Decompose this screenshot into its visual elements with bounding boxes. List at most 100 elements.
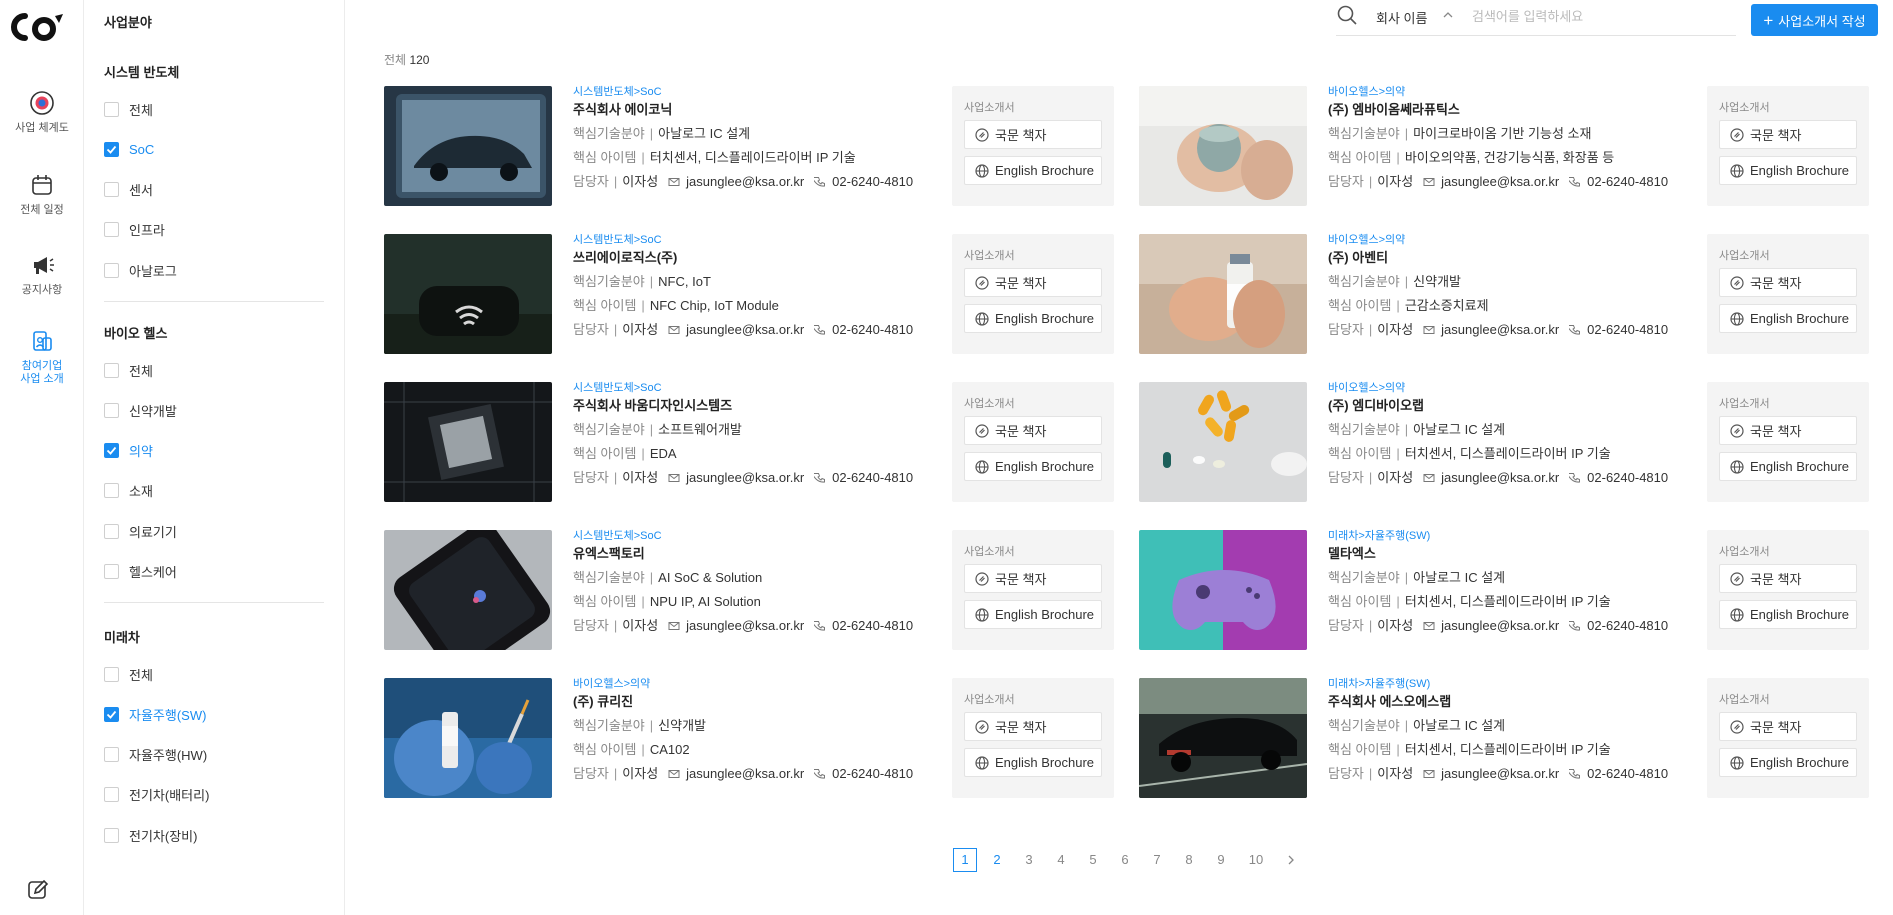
checkbox-icon[interactable] (104, 564, 119, 579)
company-thumbnail[interactable] (384, 86, 552, 206)
english-brochure-button[interactable]: English Brochure (964, 600, 1102, 629)
page-4-button[interactable]: 4 (1049, 848, 1073, 872)
filter-checkbox[interactable]: 센서 (104, 180, 153, 200)
company-name[interactable]: 주식회사 바움디자인시스템즈 (573, 397, 953, 414)
company-thumbnail[interactable] (384, 234, 552, 354)
company-thumbnail[interactable] (1139, 234, 1307, 354)
checkbox-icon[interactable] (104, 827, 119, 843)
write-brochure-button[interactable]: + 사업소개서 작성 (1751, 4, 1878, 36)
contact-phone[interactable]: 02-6240-4810 (832, 469, 913, 486)
company-thumbnail[interactable] (384, 382, 552, 502)
korean-brochure-button[interactable]: 국문 책자 (964, 120, 1102, 149)
korean-brochure-button[interactable]: 국문 책자 (1719, 268, 1857, 297)
contact-phone[interactable]: 02-6240-4810 (1587, 321, 1668, 338)
search-icon[interactable] (1336, 4, 1358, 26)
company-name[interactable]: 쓰리에이로직스(주) (573, 249, 953, 266)
company-category[interactable]: 바이오헬스>의약 (1328, 382, 1708, 395)
filter-checkbox[interactable]: 소재 (104, 481, 153, 501)
contact-phone[interactable]: 02-6240-4810 (1587, 469, 1668, 486)
korean-brochure-button[interactable]: 국문 책자 (964, 564, 1102, 593)
company-card[interactable]: 바이오헬스>의약 (주) 아벤티 핵심기술분야 | 신약개발 핵심 아이템 | 근감소증치료제… (1139, 234, 1881, 354)
contact-email[interactable]: jasunglee@ksa.or.kr (686, 765, 804, 782)
company-name[interactable]: 주식회사 에스오에스랩 (1328, 693, 1708, 710)
checkbox-checked-icon[interactable] (104, 141, 119, 157)
english-brochure-button[interactable]: English Brochure (964, 156, 1102, 185)
contact-email[interactable]: jasunglee@ksa.or.kr (686, 469, 804, 486)
company-category[interactable]: 시스템반도체>SoC (573, 382, 953, 395)
rail-item-business-map[interactable]: 사업 체계도 (0, 88, 84, 135)
contact-email[interactable]: jasunglee@ksa.or.kr (686, 173, 804, 190)
page-10-button[interactable]: 10 (1241, 848, 1271, 872)
rail-item-schedule[interactable]: 전체 일정 (0, 170, 84, 217)
page-2-button[interactable]: 2 (985, 848, 1009, 872)
page-8-button[interactable]: 8 (1177, 848, 1201, 872)
company-thumbnail[interactable] (1139, 382, 1307, 502)
checkbox-icon[interactable] (104, 222, 119, 238)
company-category[interactable]: 바이오헬스>의약 (573, 678, 953, 691)
korean-brochure-button[interactable]: 국문 책자 (1719, 712, 1857, 741)
company-name[interactable]: 유엑스팩토리 (573, 545, 953, 562)
edit-icon[interactable] (26, 878, 50, 902)
company-category[interactable]: 미래차>자율주행(SW) (1328, 530, 1708, 543)
contact-email[interactable]: jasunglee@ksa.or.kr (1441, 173, 1559, 190)
page-9-button[interactable]: 9 (1209, 848, 1233, 872)
rail-item-companies[interactable]: 참여기업 사업 소개 (0, 326, 84, 386)
korean-brochure-button[interactable]: 국문 책자 (964, 416, 1102, 445)
filter-checkbox[interactable]: 전기차(배터리) (104, 785, 209, 805)
filter-checkbox[interactable]: 전체 (104, 664, 153, 684)
contact-phone[interactable]: 02-6240-4810 (832, 173, 913, 190)
filter-checkbox[interactable]: 의약 (104, 441, 153, 461)
checkbox-icon[interactable] (104, 523, 119, 539)
company-card[interactable]: 시스템반도체>SoC 쓰리에이로직스(주) 핵심기술분야 | NFC, IoT 핵심 아이… (384, 234, 1126, 354)
filter-checkbox[interactable]: 전기차(장비) (104, 825, 197, 845)
page-6-button[interactable]: 6 (1113, 848, 1137, 872)
filter-checkbox[interactable]: 자율주행(HW) (104, 745, 207, 765)
contact-phone[interactable]: 02-6240-4810 (832, 765, 913, 782)
filter-checkbox[interactable]: SoC (104, 139, 154, 159)
filter-checkbox[interactable]: 신약개발 (104, 400, 177, 420)
company-name[interactable]: 델타엑스 (1328, 545, 1708, 562)
contact-phone[interactable]: 02-6240-4810 (1587, 765, 1668, 782)
company-name[interactable]: (주) 엠바이옴쎄라퓨틱스 (1328, 101, 1708, 118)
contact-phone[interactable]: 02-6240-4810 (1587, 617, 1668, 634)
filter-checkbox[interactable]: 의료기기 (104, 521, 177, 541)
company-category[interactable]: 미래차>자율주행(SW) (1328, 678, 1708, 691)
contact-phone[interactable]: 02-6240-4810 (832, 617, 913, 634)
company-card[interactable]: 시스템반도체>SoC 유엑스팩토리 핵심기술분야 | AI SoC & Solution… (384, 530, 1126, 650)
filter-checkbox[interactable]: 헬스케어 (104, 562, 177, 582)
english-brochure-button[interactable]: English Brochure (1719, 304, 1857, 333)
checkbox-icon[interactable] (104, 483, 119, 499)
checkbox-icon[interactable] (104, 747, 119, 763)
filter-checkbox[interactable]: 인프라 (104, 220, 165, 240)
english-brochure-button[interactable]: English Brochure (1719, 600, 1857, 629)
company-card[interactable]: 미래차>자율주행(SW) 델타엑스 핵심기술분야 | 아날로그 IC 설계 핵심 아이템 |… (1139, 530, 1881, 650)
search-field-select[interactable]: 회사 이름 (1376, 8, 1427, 27)
korean-brochure-button[interactable]: 국문 책자 (1719, 416, 1857, 445)
checkbox-icon[interactable] (104, 666, 119, 682)
checkbox-icon[interactable] (104, 262, 119, 278)
search-input[interactable] (1472, 4, 1722, 28)
checkbox-icon[interactable] (104, 182, 119, 198)
company-name[interactable]: (주) 아벤티 (1328, 249, 1708, 266)
page-7-button[interactable]: 7 (1145, 848, 1169, 872)
korean-brochure-button[interactable]: 국문 책자 (964, 712, 1102, 741)
contact-email[interactable]: jasunglee@ksa.or.kr (1441, 469, 1559, 486)
page-3-button[interactable]: 3 (1017, 848, 1041, 872)
company-card[interactable]: 미래차>자율주행(SW) 주식회사 에스오에스랩 핵심기술분야 | 아날로그 IC 설계… (1139, 678, 1881, 798)
contact-email[interactable]: jasunglee@ksa.or.kr (1441, 617, 1559, 634)
chevron-up-icon[interactable] (1442, 9, 1454, 21)
checkbox-checked-icon[interactable] (104, 706, 119, 722)
company-card[interactable]: 시스템반도체>SoC 주식회사 에이코닉 핵심기술분야 | 아날로그 IC 설계 핵심 아… (384, 86, 1126, 206)
brand-logo[interactable] (10, 10, 66, 46)
english-brochure-button[interactable]: English Brochure (964, 452, 1102, 481)
company-card[interactable]: 바이오헬스>의약 (주) 큐리진 핵심기술분야 | 신약개발 핵심 아이템 | CA102 담당… (384, 678, 1126, 798)
english-brochure-button[interactable]: English Brochure (1719, 156, 1857, 185)
contact-email[interactable]: jasunglee@ksa.or.kr (1441, 765, 1559, 782)
rail-item-notices[interactable]: 공지사항 (0, 250, 84, 297)
korean-brochure-button[interactable]: 국문 책자 (1719, 120, 1857, 149)
english-brochure-button[interactable]: English Brochure (1719, 452, 1857, 481)
english-brochure-button[interactable]: English Brochure (964, 748, 1102, 777)
company-card[interactable]: 바이오헬스>의약 (주) 엠바이옴쎄라퓨틱스 핵심기술분야 | 마이크로바이옴 기반 기… (1139, 86, 1881, 206)
company-thumbnail[interactable] (384, 678, 552, 798)
contact-email[interactable]: jasunglee@ksa.or.kr (686, 321, 804, 338)
